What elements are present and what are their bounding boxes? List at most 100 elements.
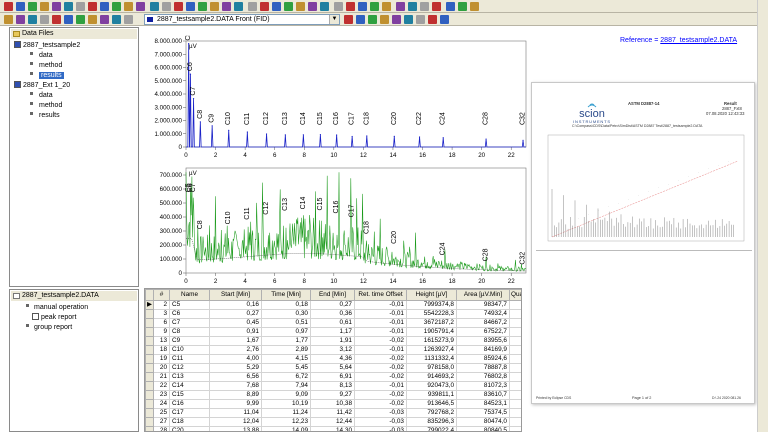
toolbar-tool-b-14-icon[interactable] (344, 15, 353, 24)
toolbar-tool-b-4-icon[interactable] (16, 15, 25, 24)
reference-link[interactable]: 2887_testsample2.DATA (660, 37, 737, 44)
toolbar-tool-a-12-icon[interactable] (150, 2, 159, 11)
toolbar-tool-b-13-icon[interactable] (124, 15, 133, 24)
tree-item-2[interactable]: method (28, 61, 62, 71)
toolbar-tool-a-2-icon[interactable] (28, 2, 37, 11)
table-row[interactable]: 18 C10 2,76 2,89 3,12 -0,01 1263927,4 84169,9 (146, 346, 523, 355)
tree-item-3[interactable]: results (28, 71, 64, 81)
column-header[interactable]: Quanti (510, 290, 523, 301)
toolbar-tool-a-38-icon[interactable] (470, 2, 479, 11)
tree-item-6[interactable]: method (28, 101, 62, 111)
report-item-1[interactable]: peak report (32, 313, 76, 323)
table-row[interactable]: 25 C17 11,04 11,24 11,42 -0,03 792768,2 75374,5 (146, 409, 523, 418)
column-header[interactable]: Start [Min] (210, 290, 262, 301)
top-chromatogram-chart[interactable]: 8.000.000 7.000.000 6.000.000 5.000.000 4.00… (144, 35, 528, 161)
toolbar-tool-b-3-icon[interactable] (4, 15, 13, 24)
toolbar-tool-a-29-icon[interactable] (358, 2, 367, 11)
toolbar-tool-a-37-icon[interactable] (458, 2, 467, 11)
table-row[interactable]: 20 C12 5,29 5,45 5,64 -0,02 978158,0 78887,8 (146, 364, 523, 373)
toolbar-tool-a-36-icon[interactable] (446, 2, 455, 11)
toolbar-tool-b-19-icon[interactable] (404, 15, 413, 24)
toolbar-tool-a-16-icon[interactable] (198, 2, 207, 11)
toolbar-tool-a-21-icon[interactable] (260, 2, 269, 11)
column-header[interactable]: Ret. time Offset (355, 290, 407, 301)
toolbar-tool-a-10-icon[interactable] (124, 2, 133, 11)
toolbar-tool-a-17-icon[interactable] (210, 2, 219, 11)
toolbar-tool-a-0-icon[interactable] (4, 2, 13, 11)
toolbar-tool-a-26-icon[interactable] (320, 2, 329, 11)
column-header[interactable]: Height [µV] (407, 290, 457, 301)
column-header[interactable]: Time [Min] (262, 290, 311, 301)
toolbar-tool-a-22-icon[interactable] (272, 2, 281, 11)
toolbar-tool-a-9-icon[interactable] (112, 2, 121, 11)
table-row[interactable]: 23 C15 8,89 9,09 9,27 -0,02 939811,1 83610,7 (146, 391, 523, 400)
table-row[interactable]: 3 C6 0,27 0,30 0,36 -0,01 5542228,3 74932,4 (146, 310, 523, 319)
toolbar-tool-a-13-icon[interactable] (162, 2, 171, 11)
table-row[interactable]: 28 C20 13,88 14,09 14,30 -0,03 799022,4 80840,5 (146, 427, 523, 432)
toolbar-tool-b-7-icon[interactable] (52, 15, 61, 24)
tree-item-5[interactable]: data (28, 91, 53, 101)
toolbar-tool-a-35-icon[interactable] (432, 2, 441, 11)
column-header[interactable]: Area [µV.Min] (457, 290, 510, 301)
toolbar-tool-b-16-icon[interactable] (368, 15, 377, 24)
toolbar-tool-a-1-icon[interactable] (16, 2, 25, 11)
toolbar-tool-a-11-icon[interactable] (136, 2, 145, 11)
toolbar-tool-a-19-icon[interactable] (234, 2, 243, 11)
tree-item-0[interactable]: 2887_testsample2 (14, 41, 80, 51)
toolbar-tool-a-24-icon[interactable] (296, 2, 305, 11)
report-item-0[interactable]: manual operation (24, 303, 88, 313)
column-header[interactable]: Name (170, 290, 210, 301)
toolbar-tool-a-32-icon[interactable] (396, 2, 405, 11)
toolbar-tool-b-5-icon[interactable] (28, 15, 37, 24)
toolbar-tool-a-15-icon[interactable] (186, 2, 195, 11)
table-row[interactable]: 13 C9 1,67 1,77 1,91 -0,02 1615273,9 83955,6 (146, 337, 523, 346)
toolbar-tool-b-11-icon[interactable] (100, 15, 109, 24)
method-combo[interactable]: 2887_testsample2.DATA Front (FID) ▼ (144, 14, 340, 25)
table-row[interactable]: 9 C8 0,91 0,97 1,17 -0,01 1905791,4 67522,7 (146, 328, 523, 337)
toolbar-tool-a-28-icon[interactable] (346, 2, 355, 11)
toolbar-tool-b-20-icon[interactable] (416, 15, 425, 24)
report-item-2[interactable]: group report (24, 323, 72, 333)
report-preview[interactable]: scion INSTRUMENTS ASTM D2887-14 Result 2… (531, 82, 755, 404)
table-row[interactable]: 22 C14 7,68 7,94 8,13 -0,01 920473,0 81072,3 (146, 382, 523, 391)
toolbar-tool-b-17-icon[interactable] (380, 15, 389, 24)
toolbar-tool-a-8-icon[interactable] (100, 2, 109, 11)
toolbar-tool-a-3-icon[interactable] (40, 2, 49, 11)
toolbar-tool-b-18-icon[interactable] (392, 15, 401, 24)
toolbar-tool-a-6-icon[interactable] (76, 2, 85, 11)
column-header[interactable]: End [Min] (311, 290, 355, 301)
toolbar-tool-a-14-icon[interactable] (174, 2, 183, 11)
table-row[interactable]: 21 C13 6,56 6,72 6,91 -0,02 914693,2 76802,8 (146, 373, 523, 382)
toolbar-tool-a-4-icon[interactable] (52, 2, 61, 11)
toolbar-tool-a-33-icon[interactable] (408, 2, 417, 11)
toolbar-tool-b-10-icon[interactable] (88, 15, 97, 24)
tree-item-4[interactable]: 2887_Ext 1_20 (14, 81, 70, 91)
table-row[interactable]: 27 C18 12,04 12,23 12,44 -0,03 835296,3 80474,0 (146, 418, 523, 427)
chevron-down-icon[interactable]: ▼ (329, 15, 339, 24)
toolbar-tool-b-15-icon[interactable] (356, 15, 365, 24)
toolbar-tool-a-30-icon[interactable] (370, 2, 379, 11)
toolbar-tool-a-31-icon[interactable] (382, 2, 391, 11)
column-header[interactable]: # (154, 290, 170, 301)
toolbar-tool-a-27-icon[interactable] (334, 2, 343, 11)
toolbar-tool-a-23-icon[interactable] (284, 2, 293, 11)
vertical-scrollbar[interactable] (757, 0, 768, 432)
toolbar-tool-a-34-icon[interactable] (420, 2, 429, 11)
bottom-chromatogram-chart[interactable]: 700.000 600.000 500.000 400.000 300.000 200.0… (144, 162, 528, 287)
toolbar-tool-a-20-icon[interactable] (248, 2, 257, 11)
toolbar-tool-a-18-icon[interactable] (222, 2, 231, 11)
table-row[interactable]: ▶ 2 C5 0,16 0,18 0,27 -0,01 7999374,8 98347,7 (146, 301, 523, 310)
table-row[interactable]: 24 C16 9,99 10,19 10,38 -0,02 913646,5 84523,1 (146, 400, 523, 409)
toolbar-tool-a-25-icon[interactable] (308, 2, 317, 11)
tree-item-1[interactable]: data (28, 51, 53, 61)
toolbar-tool-b-22-icon[interactable] (440, 15, 449, 24)
toolbar-tool-b-9-icon[interactable] (76, 15, 85, 24)
toolbar-tool-b-8-icon[interactable] (64, 15, 73, 24)
toolbar-tool-a-7-icon[interactable] (88, 2, 97, 11)
table-row[interactable]: 6 C7 0,45 0,51 0,61 -0,01 3672187,2 84667,2 (146, 319, 523, 328)
toolbar-tool-b-21-icon[interactable] (428, 15, 437, 24)
toolbar-tool-a-5-icon[interactable] (64, 2, 73, 11)
toolbar-tool-b-6-icon[interactable] (40, 15, 49, 24)
table-row[interactable]: 19 C11 4,00 4,15 4,36 -0,02 1131332,4 85924,6 (146, 355, 523, 364)
toolbar-tool-b-12-icon[interactable] (112, 15, 121, 24)
